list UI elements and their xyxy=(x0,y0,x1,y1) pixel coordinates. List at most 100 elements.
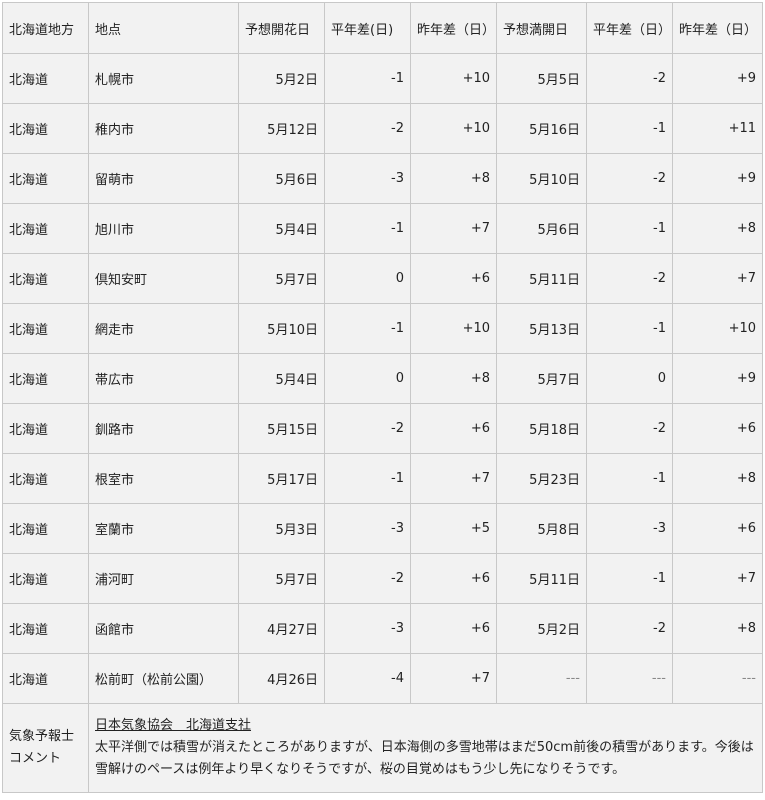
cell-region: 北海道 xyxy=(2,53,89,104)
comment-body: 日本気象協会 北海道支社 太平洋側では積雪が消えたところがありますが、日本海側の… xyxy=(88,703,763,793)
cell-fullbloom-normal-diff: -3 xyxy=(586,503,673,554)
cell-bloom-lastyear-diff: +8 xyxy=(410,353,497,404)
cell-fullbloom-normal-diff: -1 xyxy=(586,303,673,354)
organization-link[interactable]: 日本気象協会 北海道支社 xyxy=(95,718,251,733)
cell-bloom-lastyear-diff: +8 xyxy=(410,153,497,204)
cell-bloom-lastyear-diff: +6 xyxy=(410,603,497,654)
table-row: 北海道 根室市 5月17日 -1 +7 5月23日 -1 +8 xyxy=(2,453,763,504)
cell-region: 北海道 xyxy=(2,603,89,654)
cell-fullbloom-normal-diff: 0 xyxy=(586,353,673,404)
cell-bloom-normal-diff: -1 xyxy=(324,203,411,254)
cell-fullbloom-lastyear-diff: +8 xyxy=(672,453,763,504)
cell-fullbloom-normal-diff: -1 xyxy=(586,103,673,154)
cell-region: 北海道 xyxy=(2,653,89,704)
cell-bloom-date: 5月6日 xyxy=(238,153,325,204)
cell-fullbloom-date: 5月18日 xyxy=(496,403,587,454)
table-row: 北海道 網走市 5月10日 -1 +10 5月13日 -1 +10 xyxy=(2,303,763,354)
cell-bloom-date: 5月7日 xyxy=(238,253,325,304)
sakura-forecast-table: 北海道地方 地点 予想開花日 平年差(日) 昨年差（日） 予想満開日 平年差（日… xyxy=(2,2,763,793)
cell-fullbloom-date: 5月11日 xyxy=(496,553,587,604)
cell-fullbloom-normal-diff: -2 xyxy=(586,153,673,204)
cell-bloom-normal-diff: -1 xyxy=(324,53,411,104)
cell-fullbloom-normal-diff: -1 xyxy=(586,453,673,504)
cell-bloom-lastyear-diff: +5 xyxy=(410,503,497,554)
cell-fullbloom-normal-diff: -1 xyxy=(586,553,673,604)
cell-location: 倶知安町 xyxy=(88,253,239,304)
cell-bloom-date: 5月10日 xyxy=(238,303,325,354)
header-bloom-normal-diff: 平年差(日) xyxy=(324,2,411,54)
cell-bloom-normal-diff: -3 xyxy=(324,603,411,654)
cell-region: 北海道 xyxy=(2,303,89,354)
cell-bloom-lastyear-diff: +7 xyxy=(410,203,497,254)
cell-bloom-normal-diff: -2 xyxy=(324,553,411,604)
table-row: 北海道 浦河町 5月7日 -2 +6 5月11日 -1 +7 xyxy=(2,553,763,604)
cell-location: 釧路市 xyxy=(88,403,239,454)
cell-fullbloom-date: 5月11日 xyxy=(496,253,587,304)
comment-text: 太平洋側では積雪が消えたところがありますが、日本海側の多雪地帯はまだ50cm前後… xyxy=(95,740,754,777)
cell-fullbloom-lastyear-diff: +9 xyxy=(672,353,763,404)
table-row: 北海道 旭川市 5月4日 -1 +7 5月6日 -1 +8 xyxy=(2,203,763,254)
table-row: 北海道 留萌市 5月6日 -3 +8 5月10日 -2 +9 xyxy=(2,153,763,204)
cell-fullbloom-lastyear-diff: --- xyxy=(672,653,763,704)
cell-fullbloom-normal-diff: -2 xyxy=(586,403,673,454)
header-row: 北海道地方 地点 予想開花日 平年差(日) 昨年差（日） 予想満開日 平年差（日… xyxy=(2,2,763,54)
cell-bloom-date: 5月2日 xyxy=(238,53,325,104)
cell-bloom-lastyear-diff: +6 xyxy=(410,553,497,604)
cell-fullbloom-normal-diff: -1 xyxy=(586,203,673,254)
table-row: 北海道 稚内市 5月12日 -2 +10 5月16日 -1 +11 xyxy=(2,103,763,154)
cell-location: 網走市 xyxy=(88,303,239,354)
header-region: 北海道地方 xyxy=(2,2,89,54)
table-row: 北海道 室蘭市 5月3日 -3 +5 5月8日 -3 +6 xyxy=(2,503,763,554)
cell-bloom-normal-diff: 0 xyxy=(324,253,411,304)
cell-location: 帯広市 xyxy=(88,353,239,404)
cell-region: 北海道 xyxy=(2,203,89,254)
cell-bloom-date: 5月4日 xyxy=(238,353,325,404)
cell-fullbloom-lastyear-diff: +6 xyxy=(672,503,763,554)
cell-bloom-normal-diff: -1 xyxy=(324,303,411,354)
cell-bloom-lastyear-diff: +6 xyxy=(410,253,497,304)
cell-bloom-lastyear-diff: +7 xyxy=(410,653,497,704)
cell-fullbloom-lastyear-diff: +9 xyxy=(672,53,763,104)
cell-region: 北海道 xyxy=(2,553,89,604)
cell-fullbloom-date: 5月23日 xyxy=(496,453,587,504)
table-row: 北海道 釧路市 5月15日 -2 +6 5月18日 -2 +6 xyxy=(2,403,763,454)
header-fullbloom-date: 予想満開日 xyxy=(496,2,587,54)
header-bloom-date: 予想開花日 xyxy=(238,2,325,54)
cell-bloom-normal-diff: 0 xyxy=(324,353,411,404)
cell-bloom-lastyear-diff: +6 xyxy=(410,403,497,454)
cell-bloom-date: 5月7日 xyxy=(238,553,325,604)
cell-location: 松前町（松前公園） xyxy=(88,653,239,704)
cell-region: 北海道 xyxy=(2,503,89,554)
cell-location: 根室市 xyxy=(88,453,239,504)
cell-fullbloom-lastyear-diff: +10 xyxy=(672,303,763,354)
cell-fullbloom-date: 5月10日 xyxy=(496,153,587,204)
cell-bloom-date: 5月3日 xyxy=(238,503,325,554)
table-row: 北海道 倶知安町 5月7日 0 +6 5月11日 -2 +7 xyxy=(2,253,763,304)
cell-bloom-date: 5月12日 xyxy=(238,103,325,154)
cell-bloom-date: 5月17日 xyxy=(238,453,325,504)
cell-location: 函館市 xyxy=(88,603,239,654)
cell-location: 室蘭市 xyxy=(88,503,239,554)
cell-bloom-normal-diff: -3 xyxy=(324,153,411,204)
cell-fullbloom-normal-diff: --- xyxy=(586,653,673,704)
cell-region: 北海道 xyxy=(2,153,89,204)
cell-fullbloom-date: 5月16日 xyxy=(496,103,587,154)
comment-label: 気象予報士コメント xyxy=(2,703,89,793)
cell-fullbloom-date: --- xyxy=(496,653,587,704)
cell-region: 北海道 xyxy=(2,353,89,404)
cell-bloom-lastyear-diff: +10 xyxy=(410,303,497,354)
cell-fullbloom-lastyear-diff: +11 xyxy=(672,103,763,154)
cell-location: 浦河町 xyxy=(88,553,239,604)
table-row: 北海道 札幌市 5月2日 -1 +10 5月5日 -2 +9 xyxy=(2,53,763,104)
cell-bloom-normal-diff: -4 xyxy=(324,653,411,704)
header-location: 地点 xyxy=(88,2,239,54)
cell-bloom-normal-diff: -2 xyxy=(324,103,411,154)
cell-fullbloom-normal-diff: -2 xyxy=(586,53,673,104)
cell-fullbloom-normal-diff: -2 xyxy=(586,253,673,304)
cell-fullbloom-date: 5月6日 xyxy=(496,203,587,254)
cell-location: 稚内市 xyxy=(88,103,239,154)
cell-fullbloom-lastyear-diff: +8 xyxy=(672,603,763,654)
cell-bloom-date: 4月26日 xyxy=(238,653,325,704)
cell-location: 札幌市 xyxy=(88,53,239,104)
cell-bloom-lastyear-diff: +10 xyxy=(410,53,497,104)
